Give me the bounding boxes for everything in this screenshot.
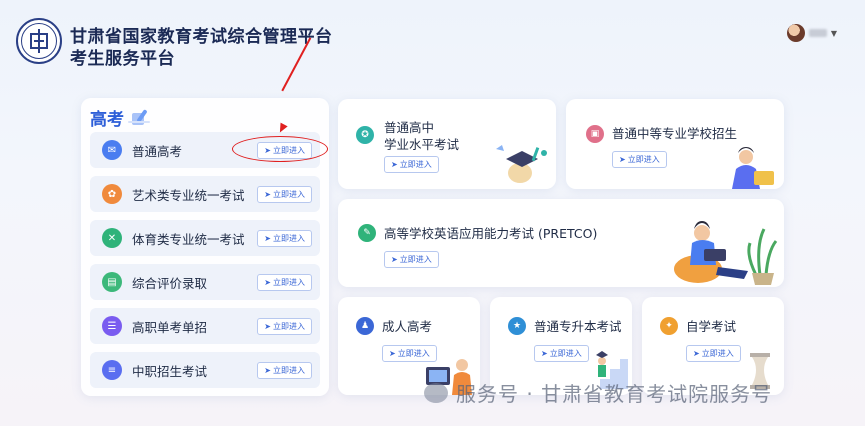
send-icon: ➤ — [541, 349, 548, 358]
enter-button[interactable]: ➤ 立即进入 — [257, 317, 312, 335]
reading-illustration — [674, 221, 778, 285]
card-label: 普通专升本考试 — [534, 319, 622, 334]
exam-label: 高职单考单招 — [132, 319, 208, 335]
card-label: 自学考试 — [686, 319, 737, 334]
enter-button[interactable]: ➤ 立即进入 — [384, 251, 439, 268]
enter-button[interactable]: ➤ 立即进入 — [257, 361, 312, 379]
platform-logo — [16, 18, 62, 64]
person-icon: ♟ — [356, 317, 374, 335]
enter-button[interactable]: ➤ 立即进入 — [257, 273, 312, 291]
card-xueye-shuiping[interactable]: ✪ 普通高中 学业水平考试 ➤ 立即进入 — [338, 99, 556, 189]
card-label-line2: 学业水平考试 — [384, 137, 460, 152]
card-label: 普通中等专业学校招生 — [612, 126, 738, 141]
graduation-illustration — [496, 145, 547, 183]
emblem-icon — [30, 33, 48, 49]
certificate-icon: ✪ — [356, 126, 374, 144]
envelope-icon: ✉ — [102, 140, 122, 160]
panel-title: 高考 — [90, 109, 124, 130]
enter-button[interactable]: ➤ 立即进入 — [384, 156, 439, 173]
enter-button[interactable]: ➤ 立即进入 — [612, 151, 667, 168]
star-icon: ★ — [508, 317, 526, 335]
send-icon: ➤ — [264, 277, 271, 287]
exam-item-zhongzhi[interactable]: ≡ 中职招生考试 ➤ 立即进入 — [90, 352, 320, 388]
exam-label: 综合评价录取 — [132, 275, 208, 291]
exam-item-sports[interactable]: ✕ 体育类专业统一考试 ➤ 立即进入 — [90, 220, 320, 256]
send-icon: ➤ — [619, 155, 626, 164]
send-icon: ➤ — [391, 255, 398, 264]
exam-item-gaozhi[interactable]: ☰ 高职单考单招 ➤ 立即进入 — [90, 308, 320, 344]
decoration-icon — [128, 107, 154, 127]
enter-button[interactable]: ➤ 立即进入 — [534, 345, 589, 362]
card-pretco[interactable]: ✎ 高等学校英语应用能力考试 (PRETCO) ➤ 立即进入 — [338, 199, 784, 287]
form-icon: ☰ — [102, 316, 122, 336]
send-icon: ➤ — [264, 233, 271, 243]
watermark-text: 服务号 · 甘肃省教育考试院服务号 — [456, 382, 773, 406]
card-label-line1: 普通高中 — [384, 120, 435, 135]
id-card-icon: ▣ — [586, 125, 604, 143]
exam-label: 体育类专业统一考试 — [132, 231, 245, 247]
exam-label: 中职招生考试 — [132, 363, 208, 379]
enter-button[interactable]: ➤ 立即进入 — [686, 345, 741, 362]
chevron-down-icon[interactable]: ▼ — [831, 29, 837, 38]
username-blurred — [808, 29, 827, 37]
wechat-icon — [424, 382, 448, 403]
send-icon: ➤ — [693, 349, 700, 358]
platform-subtitle: 考生服务平台 — [70, 49, 175, 69]
palette-icon: ✿ — [102, 184, 122, 204]
sports-icon: ✕ — [102, 228, 122, 248]
card-label: 成人高考 — [382, 319, 433, 334]
document-icon: ▤ — [102, 272, 122, 292]
bulb-icon: ✦ — [660, 317, 678, 335]
avatar[interactable] — [786, 24, 805, 42]
card-label: 高等学校英语应用能力考试 (PRETCO) — [384, 226, 598, 241]
card-zhongzhuan[interactable]: ▣ 普通中等专业学校招生 ➤ 立即进入 — [566, 99, 784, 189]
exam-item-art[interactable]: ✿ 艺术类专业统一考试 ➤ 立即进入 — [90, 176, 320, 212]
exam-item-zonghe[interactable]: ▤ 综合评价录取 ➤ 立即进入 — [90, 264, 320, 300]
enter-button[interactable]: ➤ 立即进入 — [257, 185, 312, 203]
student-illustration — [732, 147, 774, 189]
annotation-circle — [232, 136, 328, 162]
send-icon: ➤ — [264, 365, 271, 375]
send-icon: ➤ — [264, 321, 271, 331]
watermark: 服务号 · 甘肃省教育考试院服务号 — [424, 378, 772, 407]
user-menu[interactable]: ▼ — [786, 24, 837, 42]
send-icon: ➤ — [391, 160, 398, 169]
exam-label: 艺术类专业统一考试 — [132, 187, 245, 203]
send-icon: ➤ — [264, 189, 271, 199]
enter-button[interactable]: ➤ 立即进入 — [257, 229, 312, 247]
send-icon: ➤ — [389, 349, 396, 358]
list-icon: ≡ — [102, 360, 122, 380]
speech-bubble-icon: ✎ — [358, 224, 376, 242]
header: 甘肃省国家教育考试综合管理平台 考生服务平台 ▼ — [0, 0, 865, 80]
